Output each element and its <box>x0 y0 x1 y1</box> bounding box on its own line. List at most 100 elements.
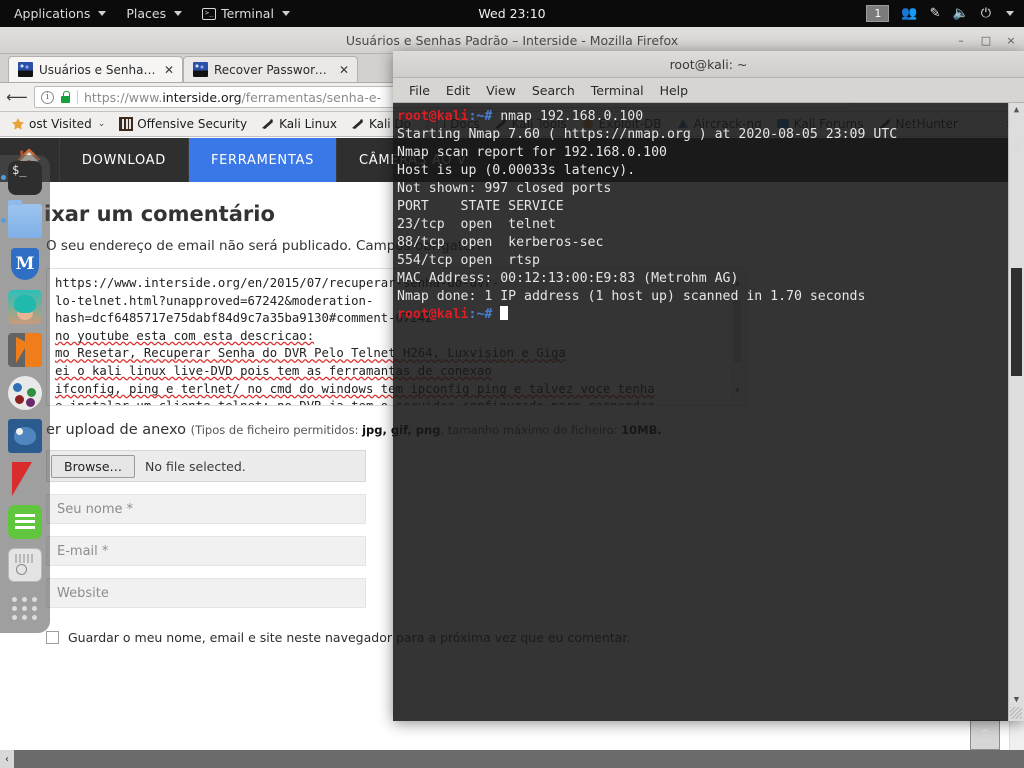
scroll-up-icon[interactable]: ▲ <box>1009 103 1024 117</box>
gnome-top-panel: Applications Places >_ Terminal Wed 23:1… <box>0 0 1024 27</box>
palette-dot-icon <box>27 388 36 397</box>
dock-item-burp-suite[interactable] <box>8 290 42 324</box>
menu-edit[interactable]: Edit <box>438 83 478 98</box>
prompt-path: :~# <box>468 307 493 322</box>
site-nav-ferramentas[interactable]: FERRAMENTAS <box>188 138 338 182</box>
url-path: /ferramentas/senha-e- <box>241 89 382 105</box>
dragon-icon <box>262 119 274 129</box>
places-menu-label: Places <box>126 6 167 21</box>
terminal-line: Nmap scan report for 192.168.0.100 <box>397 145 667 160</box>
prompt-user: root@kali <box>397 109 469 124</box>
menu-terminal[interactable]: Terminal <box>583 83 652 98</box>
palette-dot-icon <box>13 383 22 392</box>
chevron-down-icon <box>281 11 290 16</box>
chevron-down-icon[interactable] <box>1006 11 1014 16</box>
dock-item-calculator[interactable] <box>8 548 42 582</box>
dock-item-text-editor[interactable] <box>8 505 42 539</box>
bookmark-label: ost Visited <box>29 117 92 131</box>
terminal-titlebar: root@kali: ~ <box>393 51 1024 78</box>
applications-menu-label: Applications <box>14 6 91 21</box>
attachment-note-pre: (Tipos de ficheiro permitidos: <box>190 423 363 437</box>
email-field[interactable]: E-mail * <box>46 536 366 566</box>
scroll-down-icon[interactable]: ▼ <box>1009 693 1024 707</box>
file-upload-control[interactable]: Browse… No file selected. <box>46 450 366 482</box>
tab-label: Usuários e Senhas ... <box>39 62 156 77</box>
favicon-icon <box>18 62 33 77</box>
grid-dot-icon <box>12 615 17 620</box>
no-file-selected-label: No file selected. <box>145 458 246 474</box>
bookmark-most-visited[interactable]: ost Visited ⌄ <box>6 116 110 132</box>
terminal-line: PORT STATE SERVICE <box>397 199 564 214</box>
terminal-line: 23/tcp open telnet <box>397 217 556 232</box>
terminal-menubar: File Edit View Search Terminal Help <box>393 78 1024 103</box>
terminal-output-area[interactable]: root@kali:~# nmap 192.168.0.100 Starting… <box>393 103 1024 721</box>
chevron-down-icon: ⌄ <box>97 119 106 129</box>
applications-menu[interactable]: Applications <box>0 0 116 27</box>
dock-item-wireshark[interactable] <box>8 419 42 453</box>
resize-grip-icon[interactable] <box>1010 707 1022 719</box>
desktop-screen: Applications Places >_ Terminal Wed 23:1… <box>0 0 1024 768</box>
metasploit-icon: M <box>11 248 39 280</box>
url-host: interside.org <box>162 89 242 105</box>
dock-item-gimp[interactable] <box>8 376 42 410</box>
page-horizontal-scrollbar[interactable]: ‹ <box>0 750 1024 768</box>
grid-dot-icon <box>22 597 27 602</box>
website-field-placeholder: Website <box>57 585 109 601</box>
bookmark-offensive-security[interactable]: Offensive Security <box>114 116 252 132</box>
tab-close-icon[interactable]: ✕ <box>339 63 349 77</box>
terminal-window-menu[interactable]: >_ Terminal <box>192 0 300 27</box>
menu-view[interactable]: View <box>478 83 524 98</box>
remember-me-checkbox[interactable] <box>46 631 59 644</box>
dock-item-files[interactable] <box>1 200 42 238</box>
site-nav-download[interactable]: DOWNLOAD <box>60 138 189 182</box>
browse-button[interactable]: Browse… <box>51 454 136 478</box>
back-button[interactable]: ⟵ <box>6 86 28 108</box>
scroll-left-icon[interactable]: ‹ <box>0 750 14 768</box>
users-icon[interactable]: 👥 <box>901 7 917 20</box>
dragon-icon <box>351 119 363 129</box>
kali-dock: $_ M <box>0 155 50 633</box>
power-icon[interactable]: ⏻ <box>981 7 991 20</box>
minimize-button[interactable]: – <box>954 35 968 46</box>
terminal-icon: $_ <box>12 163 27 177</box>
tab-usuarios-e-senhas[interactable]: Usuários e Senhas ... ✕ <box>8 56 183 82</box>
places-menu[interactable]: Places <box>116 0 192 27</box>
page-info-icon[interactable]: i <box>41 90 54 104</box>
grid-dot-icon <box>22 606 27 611</box>
menu-file[interactable]: File <box>401 83 438 98</box>
bookmark-kali-linux[interactable]: Kali Linux <box>256 116 342 132</box>
pen-icon[interactable]: ✎ <box>930 7 941 20</box>
palette-dot-icon <box>15 395 24 404</box>
scrollbar-thumb[interactable] <box>1011 268 1022 376</box>
dock-item-metasploit[interactable]: M <box>8 247 42 281</box>
email-field-placeholder: E-mail * <box>57 543 109 559</box>
tab-recover-password[interactable]: Recover Password ... ✕ <box>183 56 358 82</box>
website-field[interactable]: Website <box>46 578 366 608</box>
attachment-label: er upload de anexo <box>46 422 186 438</box>
chevron-down-icon <box>174 11 183 16</box>
menu-search[interactable]: Search <box>524 83 583 98</box>
workspace-indicator[interactable]: 1 <box>866 5 890 22</box>
url-text: https://www.interside.org/ferramentas/se… <box>84 90 381 105</box>
top-panel-status-area: 1 👥 ✎ 🔈 ⏻ <box>866 5 1024 22</box>
grid-dot-icon <box>22 615 27 620</box>
terminal-window: root@kali: ~ File Edit View Search Termi… <box>393 51 1024 721</box>
dock-item-flash[interactable] <box>8 462 42 496</box>
back-to-top-button[interactable]: ⌃ <box>970 720 1000 750</box>
palette-dot-icon <box>26 398 35 407</box>
dock-item-zaproxy[interactable] <box>8 333 42 367</box>
maximize-button[interactable]: □ <box>979 35 993 46</box>
menu-help[interactable]: Help <box>652 83 697 98</box>
dock-item-show-applications[interactable] <box>8 591 42 625</box>
terminal-scrollbar[interactable]: ▲ ▼ <box>1008 103 1024 721</box>
prompt-path: :~# <box>468 109 493 124</box>
running-indicator-icon <box>1 218 6 223</box>
bookmark-label: Offensive Security <box>137 117 248 131</box>
offsec-icon <box>119 117 134 131</box>
name-field[interactable]: Seu nome * <box>46 494 366 524</box>
volume-icon[interactable]: 🔈 <box>953 7 969 20</box>
terminal-line: 554/tcp open rtsp <box>397 253 540 268</box>
close-button[interactable]: × <box>1004 35 1018 46</box>
tab-close-icon[interactable]: ✕ <box>164 63 174 77</box>
dock-item-terminal[interactable]: $_ <box>1 161 42 195</box>
